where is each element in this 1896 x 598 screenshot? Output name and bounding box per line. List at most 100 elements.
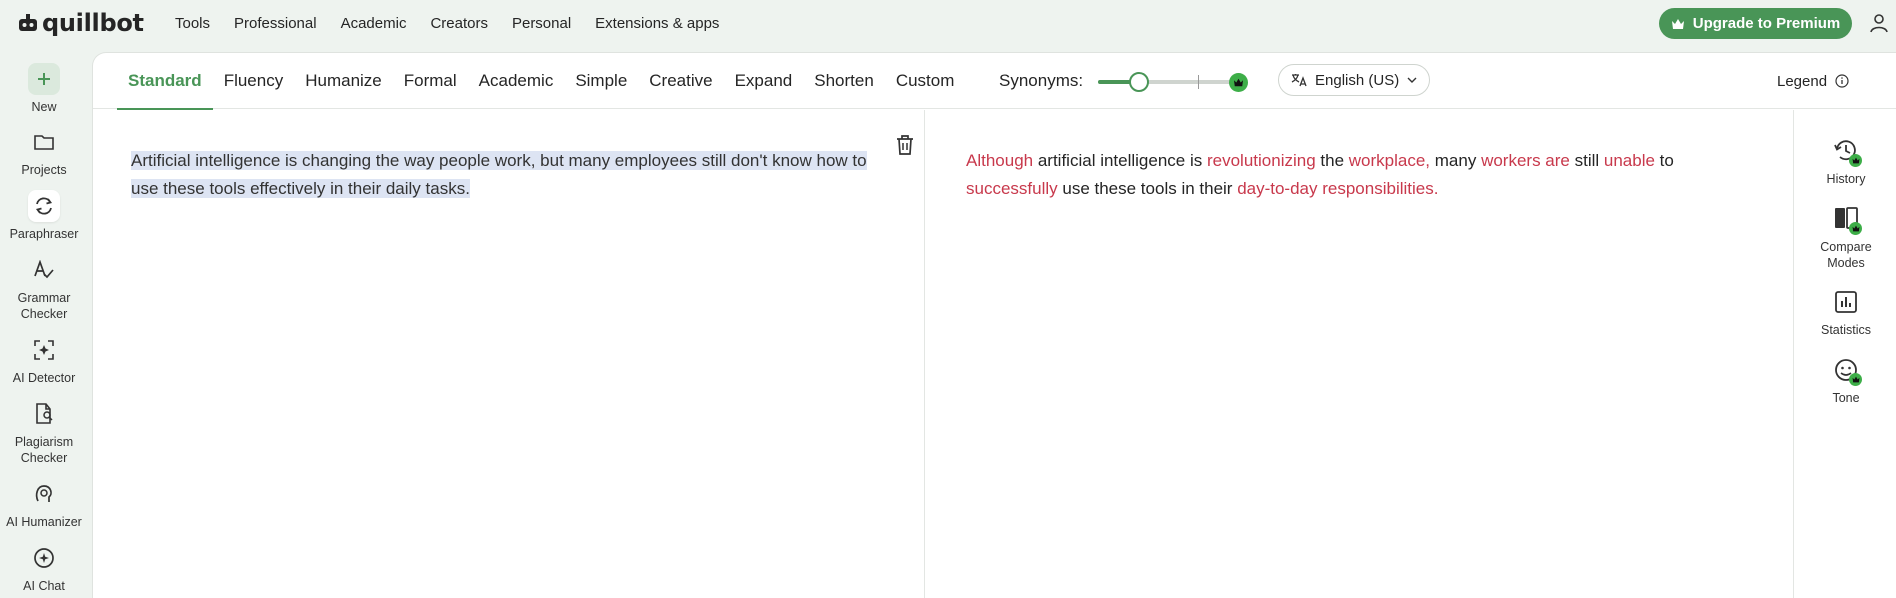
unchanged-phrase: artificial intelligence is — [1033, 151, 1207, 170]
statistics-icon — [1832, 288, 1860, 316]
rail-item-label: Statistics — [1820, 323, 1871, 337]
chevron-down-icon — [1407, 77, 1417, 83]
topnav-personal[interactable]: Personal — [500, 15, 583, 32]
premium-crown-icon — [1849, 373, 1862, 386]
translate-icon — [1291, 74, 1307, 87]
plus-icon — [28, 63, 60, 95]
sidebar-item-label: New — [31, 100, 57, 114]
rail-item-label: Tone — [1832, 391, 1860, 405]
user-account-icon[interactable] — [1868, 12, 1890, 34]
tab-standard[interactable]: Standard — [117, 53, 213, 110]
sidebar-item-plagiarism-checker[interactable]: Plagiarism Checker — [0, 398, 88, 466]
changed-phrase[interactable]: revolutionizing — [1207, 151, 1316, 170]
unchanged-phrase: use these tools in their — [1057, 179, 1238, 198]
synonyms-label: Synonyms: — [999, 71, 1084, 90]
tone-icon — [1832, 356, 1862, 386]
unchanged-phrase: the — [1315, 151, 1349, 170]
sidebar-item-new[interactable]: New — [0, 63, 88, 115]
sidebar-item-label: Projects — [21, 163, 67, 177]
tab-custom[interactable]: Custom — [885, 53, 966, 109]
sidebar-item-label: Paraphraser — [9, 227, 79, 241]
changed-phrase[interactable]: workplace, — [1349, 151, 1430, 170]
sidebar-item-ai-humanizer[interactable]: AI Humanizer — [0, 478, 88, 530]
left-sidebar: New Projects Paraphraser Grammar Checker — [0, 46, 88, 598]
slider-tick — [1198, 75, 1199, 89]
unchanged-phrase: many — [1430, 151, 1482, 170]
tab-academic[interactable]: Academic — [468, 53, 565, 109]
grammar-icon — [28, 254, 60, 286]
tab-creative[interactable]: Creative — [638, 53, 723, 109]
unchanged-phrase: to — [1654, 151, 1674, 170]
ai-chat-icon — [28, 542, 60, 574]
changed-phrase[interactable]: day-to-day responsibilities. — [1237, 179, 1438, 198]
rail-item-statistics[interactable]: Statistics — [1795, 288, 1896, 338]
language-select[interactable]: English (US) — [1278, 64, 1430, 96]
sidebar-item-label: Plagiarism Checker — [14, 435, 74, 465]
premium-crown-icon — [1849, 154, 1862, 167]
input-text[interactable]: Artificial intelligence is changing the … — [131, 151, 867, 198]
top-bar: quillbot Tools Professional Academic Cre… — [0, 0, 1896, 46]
sidebar-item-grammar-checker[interactable]: Grammar Checker — [0, 254, 88, 322]
changed-phrase[interactable]: workers are — [1481, 151, 1570, 170]
language-label: English (US) — [1315, 71, 1400, 89]
changed-phrase[interactable]: Although — [966, 151, 1033, 170]
output-text[interactable]: Although artificial intelligence is revo… — [966, 147, 1746, 203]
quillbot-logo[interactable]: quillbot — [18, 9, 144, 37]
paraphraser-icon — [28, 190, 60, 222]
output-pane: Although artificial intelligence is revo… — [926, 110, 1794, 598]
unchanged-phrase: still — [1569, 151, 1604, 170]
premium-crown-icon — [1849, 222, 1862, 235]
legend-button[interactable]: Legend — [1777, 53, 1849, 109]
compare-icon — [1832, 205, 1862, 235]
synonyms-slider[interactable] — [1098, 70, 1248, 94]
top-nav: Tools Professional Academic Creators Per… — [175, 0, 731, 46]
input-pane[interactable]: Artificial intelligence is changing the … — [93, 110, 925, 598]
tab-simple[interactable]: Simple — [564, 53, 638, 109]
rail-item-label: History — [1826, 172, 1866, 186]
rail-item-history[interactable]: History — [1795, 137, 1896, 187]
tab-formal[interactable]: Formal — [393, 53, 468, 109]
history-icon — [1832, 137, 1862, 167]
rail-item-label: Compare Modes — [1820, 240, 1872, 270]
brand-name: quillbot — [42, 9, 144, 37]
folder-icon — [28, 126, 60, 158]
quillbot-logo-icon — [19, 14, 37, 31]
legend-label: Legend — [1777, 72, 1828, 90]
info-icon — [1835, 74, 1849, 88]
topnav-professional[interactable]: Professional — [222, 15, 329, 32]
ai-detector-icon — [28, 334, 60, 366]
sidebar-item-label: AI Humanizer — [6, 515, 82, 529]
right-rail: History Compare Modes Statistics Tone — [1795, 110, 1896, 598]
tab-shorten[interactable]: Shorten — [803, 53, 885, 109]
slider-thumb[interactable] — [1128, 72, 1149, 92]
sidebar-item-label: AI Chat — [23, 579, 65, 593]
topnav-academic[interactable]: Academic — [329, 15, 419, 32]
changed-phrase[interactable]: successfully — [966, 179, 1058, 198]
upgrade-premium-button[interactable]: Upgrade to Premium — [1659, 8, 1852, 39]
sidebar-item-ai-chat[interactable]: AI Chat — [0, 542, 88, 594]
tab-humanize[interactable]: Humanize — [294, 53, 393, 109]
plagiarism-icon — [28, 398, 60, 430]
changed-phrase[interactable]: unable — [1604, 151, 1655, 170]
sidebar-item-ai-detector[interactable]: AI Detector — [0, 334, 88, 386]
upgrade-premium-label: Upgrade to Premium — [1692, 15, 1841, 32]
input-text-area[interactable]: Artificial intelligence is changing the … — [131, 147, 891, 203]
topnav-tools[interactable]: Tools — [175, 15, 222, 32]
mode-bar: Standard Fluency Humanize Formal Academi… — [93, 53, 1896, 110]
tab-fluency[interactable]: Fluency — [213, 53, 295, 109]
rail-item-compare-modes[interactable]: Compare Modes — [1795, 205, 1896, 271]
tab-expand[interactable]: Expand — [724, 53, 804, 109]
mode-tabs: Standard Fluency Humanize Formal Academi… — [117, 53, 966, 110]
sidebar-item-label: Grammar Checker — [17, 291, 71, 321]
paraphraser-panel: Standard Fluency Humanize Formal Academi… — [92, 52, 1896, 598]
trash-icon[interactable] — [895, 134, 915, 156]
sidebar-item-paraphraser[interactable]: Paraphraser — [0, 190, 88, 242]
crown-icon — [1671, 18, 1684, 29]
topnav-extensions[interactable]: Extensions & apps — [583, 15, 731, 32]
sidebar-item-label: AI Detector — [12, 371, 76, 385]
sidebar-item-projects[interactable]: Projects — [0, 126, 88, 178]
humanizer-icon — [28, 478, 60, 510]
premium-crown-icon[interactable] — [1229, 73, 1248, 92]
topnav-creators[interactable]: Creators — [418, 15, 500, 32]
rail-item-tone[interactable]: Tone — [1795, 356, 1896, 406]
